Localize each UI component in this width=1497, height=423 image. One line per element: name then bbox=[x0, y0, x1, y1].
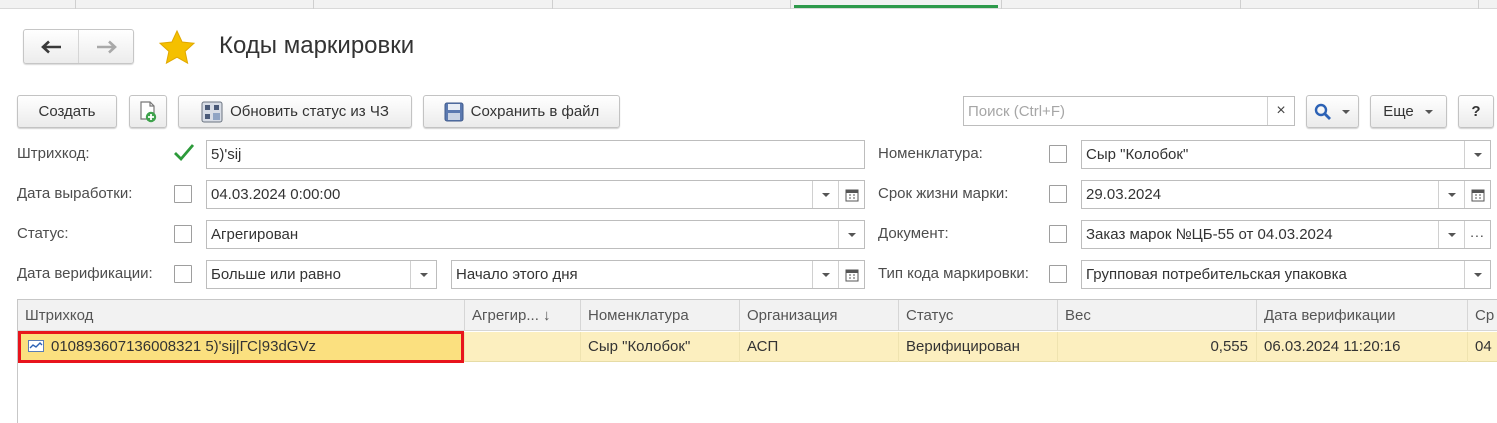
back-arrow-icon bbox=[41, 40, 61, 53]
update-status-label: Обновить статус из ЧЗ bbox=[230, 103, 389, 120]
more-label: Еще bbox=[1383, 103, 1414, 120]
favorite-star-icon[interactable] bbox=[157, 28, 197, 68]
checkmark-icon bbox=[174, 144, 195, 162]
mark-lifetime-field[interactable]: 29.03.2024 bbox=[1081, 180, 1491, 209]
document-filter-value: Заказ марок №ЦБ-55 от 04.03.2024 bbox=[1086, 226, 1333, 243]
cell-weight[interactable]: 0,555 bbox=[1058, 332, 1257, 362]
nomenclature-filter-label: Номенклатура: bbox=[878, 145, 983, 162]
cell-nomenclature[interactable]: Сыр "Колобок" bbox=[581, 332, 740, 362]
save-floppy-icon bbox=[444, 102, 464, 121]
back-button[interactable] bbox=[24, 30, 79, 63]
mark-code-type-checkbox[interactable] bbox=[1049, 265, 1067, 283]
more-menu-button[interactable]: Еще bbox=[1370, 95, 1447, 128]
nomenclature-filter-dropdown[interactable] bbox=[1464, 141, 1490, 168]
document-filter-label: Документ: bbox=[878, 225, 949, 242]
production-date-checkbox[interactable] bbox=[174, 185, 192, 203]
forward-arrow-icon bbox=[96, 40, 117, 53]
barcode-filter-value: 5)'sij bbox=[211, 146, 242, 163]
column-header-barcode[interactable]: Штрихкод bbox=[18, 300, 465, 331]
cell-verification-date[interactable]: 06.03.2024 11:20:16 bbox=[1257, 332, 1468, 362]
document-filter-field[interactable]: Заказ марок №ЦБ-55 от 04.03.2024 ... bbox=[1081, 220, 1491, 249]
navigation-group bbox=[23, 29, 134, 64]
nomenclature-filter-field[interactable]: Сыр "Колобок" bbox=[1081, 140, 1491, 169]
document-select-button[interactable]: ... bbox=[1464, 221, 1490, 248]
mark-lifetime-label: Срок жизни марки: bbox=[878, 185, 1009, 202]
calendar-icon bbox=[845, 269, 858, 281]
document-filter-dropdown[interactable] bbox=[1438, 221, 1464, 248]
verification-date-condition-dropdown[interactable] bbox=[410, 261, 436, 288]
status-filter-value: Агрегирован bbox=[211, 226, 299, 243]
production-date-field[interactable]: 04.03.2024 0:00:00 bbox=[206, 180, 865, 209]
search-clear-button[interactable]: × bbox=[1267, 97, 1294, 125]
verification-date-dropdown[interactable] bbox=[812, 261, 838, 288]
verification-date-condition-value: Больше или равно bbox=[211, 266, 341, 283]
save-to-file-label: Сохранить в файл bbox=[470, 103, 600, 120]
status-filter-dropdown[interactable] bbox=[838, 221, 864, 248]
barcode-filter-field[interactable]: 5)'sij bbox=[206, 140, 865, 169]
mark-code-type-field[interactable]: Групповая потребительская упаковка bbox=[1081, 260, 1491, 289]
mark-code-type-dropdown[interactable] bbox=[1464, 261, 1490, 288]
cell-organization[interactable]: АСП bbox=[740, 332, 899, 362]
save-to-file-button[interactable]: Сохранить в файл bbox=[423, 95, 620, 128]
search-box: × bbox=[963, 96, 1295, 126]
active-window-tab[interactable] bbox=[794, 5, 998, 8]
forward-button[interactable] bbox=[79, 30, 134, 63]
update-status-icon bbox=[201, 101, 223, 122]
barcode-filter-checkbox[interactable] bbox=[173, 143, 195, 163]
verification-date-label: Дата верификации: bbox=[17, 265, 153, 282]
column-header-nomenclature[interactable]: Номенклатура bbox=[581, 300, 740, 331]
column-header-weight[interactable]: Вес bbox=[1058, 300, 1257, 331]
status-filter-checkbox[interactable] bbox=[174, 225, 192, 243]
highlight-box bbox=[18, 331, 464, 363]
search-icon bbox=[1314, 103, 1331, 120]
mark-lifetime-checkbox[interactable] bbox=[1049, 185, 1067, 203]
verification-date-condition-field[interactable]: Больше или равно bbox=[206, 260, 437, 289]
verification-date-checkbox[interactable] bbox=[174, 265, 192, 283]
cell-aggregation[interactable] bbox=[465, 332, 581, 362]
calendar-icon bbox=[845, 189, 858, 201]
nomenclature-filter-checkbox[interactable] bbox=[1049, 145, 1067, 163]
mark-lifetime-value: 29.03.2024 bbox=[1086, 186, 1162, 203]
mark-codes-table: Штрихкод Агрегир... ↓ Номенклатура Орган… bbox=[17, 299, 1497, 423]
add-copy-button[interactable] bbox=[129, 95, 167, 128]
barcode-filter-label: Штрихкод: bbox=[17, 145, 90, 162]
window-tab-strip bbox=[0, 0, 1497, 9]
help-button[interactable]: ? bbox=[1458, 95, 1494, 128]
mark-code-type-label: Тип кода маркировки: bbox=[878, 265, 1029, 282]
column-header-status[interactable]: Статус bbox=[899, 300, 1058, 331]
mark-lifetime-dropdown[interactable] bbox=[1438, 181, 1464, 208]
page-title: Коды маркировки bbox=[219, 32, 415, 59]
mark-code-type-value: Групповая потребительская упаковка bbox=[1086, 266, 1347, 283]
status-filter-label: Статус: bbox=[17, 225, 69, 242]
production-date-value: 04.03.2024 0:00:00 bbox=[211, 186, 341, 203]
column-header-verification-date[interactable]: Дата верификации bbox=[1257, 300, 1468, 331]
table-header: Штрихкод Агрегир... ↓ Номенклатура Орган… bbox=[18, 300, 1497, 331]
production-date-calendar-button[interactable] bbox=[838, 181, 864, 208]
calendar-icon bbox=[1471, 189, 1484, 201]
add-copy-icon bbox=[140, 100, 157, 122]
column-header-extra[interactable]: Ср bbox=[1468, 300, 1497, 331]
chevron-down-icon bbox=[1424, 109, 1433, 114]
verification-date-value: Начало этого дня bbox=[456, 266, 578, 283]
verification-date-calendar-button[interactable] bbox=[838, 261, 864, 288]
column-header-organization[interactable]: Организация bbox=[740, 300, 899, 331]
production-date-label: Дата выработки: bbox=[17, 185, 133, 202]
chevron-down-icon bbox=[1342, 109, 1350, 114]
cell-status[interactable]: Верифицирован bbox=[899, 332, 1058, 362]
update-status-button[interactable]: Обновить статус из ЧЗ bbox=[178, 95, 412, 128]
nomenclature-filter-value: Сыр "Колобок" bbox=[1086, 146, 1189, 163]
cell-extra[interactable]: 04 bbox=[1468, 332, 1497, 362]
production-date-dropdown[interactable] bbox=[812, 181, 838, 208]
create-button[interactable]: Создать bbox=[17, 95, 117, 128]
document-filter-checkbox[interactable] bbox=[1049, 225, 1067, 243]
verification-date-field[interactable]: Начало этого дня bbox=[451, 260, 865, 289]
column-header-aggregation[interactable]: Агрегир... ↓ bbox=[465, 300, 581, 331]
search-options-button[interactable] bbox=[1306, 95, 1359, 128]
mark-lifetime-calendar-button[interactable] bbox=[1464, 181, 1490, 208]
status-filter-field[interactable]: Агрегирован bbox=[206, 220, 865, 249]
search-input[interactable] bbox=[964, 97, 1264, 125]
